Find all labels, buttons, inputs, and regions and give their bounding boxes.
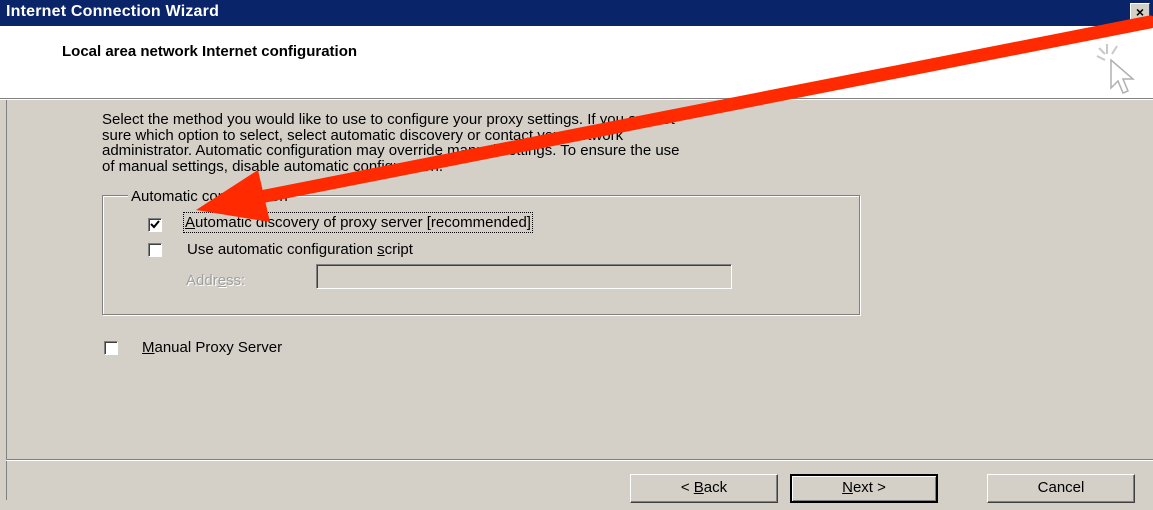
window-title: Internet Connection Wizard [6,3,220,20]
cursor-sparkle-icon [1096,44,1136,94]
auto-config-script-label[interactable]: Use automatic configuration script [187,241,413,258]
checkmark-icon [150,220,160,229]
manual-proxy-checkbox[interactable] [104,341,118,355]
address-input[interactable] [316,264,732,289]
footer-separator [6,459,1153,461]
page-title: Local area network Internet configuratio… [62,43,358,60]
instructions-line-3: administrator. Automatic configuration m… [102,142,680,159]
header-separator [0,98,1153,100]
instructions-text: Select the method you would like to use … [102,112,1002,174]
cancel-button[interactable]: Cancel [987,474,1135,503]
close-button[interactable]: × [1130,3,1150,22]
instructions-line-2: sure which option to select, select auto… [102,126,624,144]
auto-discovery-checkbox[interactable] [148,218,162,232]
automatic-configuration-group-label: Automatic configuration [128,188,291,205]
instructions-line-4: of manual settings, disable automatic co… [102,157,444,175]
wizard-header: Local area network Internet configuratio… [0,26,1153,98]
manual-proxy-label[interactable]: Manual Proxy Server [142,339,282,356]
auto-discovery-label[interactable]: Automatic discovery of proxy server [rec… [183,212,533,233]
instructions-line-1: Select the method you would like to use … [102,111,675,128]
panel-edge [6,100,7,500]
address-label: Address: [186,272,246,289]
title-bar[interactable]: Internet Connection Wizard × [0,0,1153,26]
next-button[interactable]: Next > [790,474,938,503]
wizard-window: Internet Connection Wizard × Local area … [0,0,1153,510]
auto-config-script-checkbox[interactable] [148,243,162,257]
close-icon: × [1135,4,1145,20]
back-button[interactable]: < Back [630,474,778,503]
